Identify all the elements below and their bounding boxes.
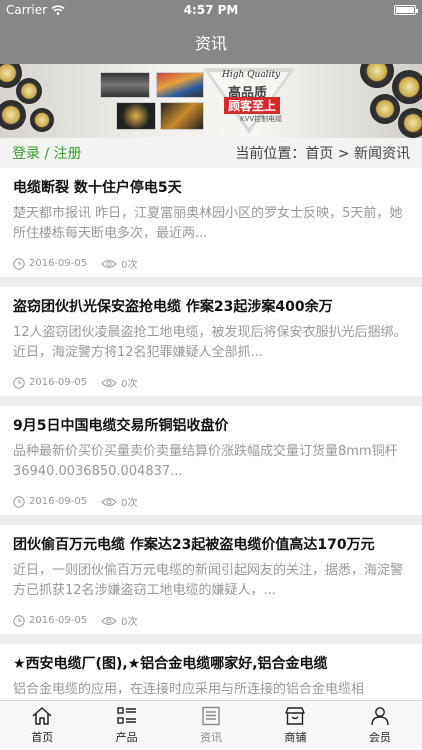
article-date: 2016-09-05 [13, 495, 88, 508]
article-views: 0次 [101, 494, 138, 509]
article-card[interactable]: 电缆断裂 数十住户停电5天 楚天都市报讯 昨日，江夏富丽奥林园小区的罗女士反映，… [0, 168, 422, 277]
date-text: 2016-09-05 [29, 258, 88, 269]
date-text: 2016-09-05 [29, 496, 88, 507]
tab-home[interactable]: 首页 [0, 701, 84, 750]
carrier-label: Carrier [6, 3, 48, 17]
article-summary: 12人盗窃团伙凌晨盗抢工地电缆，被发现后将保安衣服扒光后捆绑。近日，海淀警方将1… [13, 325, 407, 360]
tab-label: 首页 [31, 731, 54, 744]
cable-image-right [370, 94, 400, 124]
article-date: 2016-09-05 [13, 376, 88, 389]
article-summary: 品种最新价买价买量卖价卖量结算价涨跌幅成交量订货量8mm铜杆36940.0036… [13, 444, 398, 479]
article-views: 0次 [101, 256, 138, 271]
article-card[interactable]: ★西安电缆厂(图),★铝合金电缆哪家好,铝合金电缆 铝合金电缆的应用，在连接时应… [0, 644, 422, 700]
page-title: 资讯 [194, 34, 227, 53]
clock-icon [13, 376, 25, 389]
article-title[interactable]: 盗窃团伙扒光保安盗抢电缆 作案23起涉案400余万 [13, 297, 409, 317]
tab-member[interactable]: 会员 [338, 701, 422, 750]
article-card[interactable]: 盗窃团伙扒光保安盗抢电缆 作案23起涉案400余万 12人盗窃团伙凌晨盗抢工地电… [0, 287, 422, 396]
tab-label: 商铺 [284, 731, 307, 744]
views-text: 0次 [121, 617, 138, 628]
article-meta: 2016-09-05 0次 [13, 256, 409, 271]
clock-icon [13, 257, 25, 270]
article-views: 0次 [101, 613, 138, 628]
tab-store[interactable]: 商铺 [253, 701, 337, 750]
article-title[interactable]: 电缆断裂 数十住户停电5天 [13, 178, 409, 198]
article-title[interactable]: ★西安电缆厂(图),★铝合金电缆哪家好,铝合金电缆 [13, 654, 409, 674]
product-thumb [116, 102, 156, 130]
views-text: 0次 [121, 260, 138, 271]
tab-label: 资讯 [200, 731, 223, 744]
clock-icon [13, 495, 25, 508]
views-text: 0次 [121, 498, 138, 509]
article-list[interactable]: 电缆断裂 数十住户停电5天 楚天都市报讯 昨日，江夏富丽奥林园小区的罗女士反映，… [0, 168, 422, 700]
banner-tagline: High Quality [222, 70, 281, 80]
product-thumb [156, 72, 204, 98]
article-summary: 楚天都市报讯 昨日，江夏富丽奥林园小区的罗女士反映，5天前，她所住楼栋每天断电多… [13, 206, 403, 241]
battery-icon [394, 5, 418, 15]
banner-subtitle: KVV控制电缆 [240, 115, 283, 123]
article-meta: 2016-09-05 0次 [13, 494, 409, 509]
tab-label: 会员 [368, 731, 391, 744]
status-bar: Carrier 4:57 PM [0, 0, 422, 20]
tab-news[interactable]: 资讯 [169, 701, 253, 750]
cable-image-left [30, 108, 54, 132]
banner[interactable]: High Quality 高品质 顾客至上 KVV控制电缆 [0, 64, 422, 138]
article-meta: 2016-09-05 0次 [13, 613, 409, 628]
banner-title-line2: 顾客至上 [224, 97, 281, 114]
eye-icon [101, 378, 117, 387]
product-thumb [100, 72, 150, 98]
tab-products[interactable]: 产品 [84, 701, 168, 750]
login-register-link[interactable]: 登录 / 注册 [12, 143, 82, 163]
tab-label: 产品 [115, 731, 138, 744]
views-text: 0次 [121, 379, 138, 390]
user-icon [371, 707, 389, 726]
cable-image-right [360, 64, 394, 88]
news-icon [202, 706, 220, 726]
cable-image-left [16, 78, 42, 104]
article-summary: 近日，一则团伙偷百万元电缆的新闻引起网友的关注，据悉，海淀警方已抓获12名涉嫌盗… [13, 563, 404, 598]
home-icon [32, 707, 52, 725]
cable-image-right [398, 108, 422, 138]
breadcrumb-bar: 登录 / 注册 当前位置：首页 > 新闻资讯 [0, 138, 422, 168]
list-icon [116, 707, 136, 724]
article-card[interactable]: 团伙偷百万元电缆 作案达23起被盗电缆价值高达170万元 近日，一则团伙偷百万元… [0, 525, 422, 634]
clock-icon [13, 614, 25, 627]
article-date: 2016-09-05 [13, 614, 88, 627]
article-views: 0次 [101, 375, 138, 390]
store-icon [285, 707, 306, 725]
article-date: 2016-09-05 [13, 257, 88, 270]
article-title[interactable]: 团伙偷百万元电缆 作案达23起被盗电缆价值高达170万元 [13, 535, 409, 555]
eye-icon [101, 497, 117, 506]
article-card[interactable]: 9月5日中国电缆交易所铜铝收盘价 品种最新价买价买量卖价卖量结算价涨跌幅成交量订… [0, 406, 422, 515]
article-title[interactable]: 9月5日中国电缆交易所铜铝收盘价 [13, 416, 409, 436]
tab-bar: 首页 产品 资讯 商铺 会员 [0, 700, 422, 750]
article-summary: 铝合金电缆的应用，在连接时应采用与所连接的铝合金电缆相 [13, 682, 365, 697]
cable-image-left [0, 100, 26, 130]
date-text: 2016-09-05 [29, 377, 88, 388]
date-text: 2016-09-05 [29, 615, 88, 626]
breadcrumb[interactable]: 当前位置：首页 > 新闻资讯 [235, 143, 410, 163]
eye-icon [101, 616, 117, 625]
eye-icon [101, 259, 117, 268]
nav-bar: 资讯 [0, 20, 422, 64]
wifi-icon [51, 5, 65, 15]
status-left: Carrier [6, 3, 65, 17]
product-thumb [160, 102, 204, 130]
article-meta: 2016-09-05 0次 [13, 375, 409, 390]
